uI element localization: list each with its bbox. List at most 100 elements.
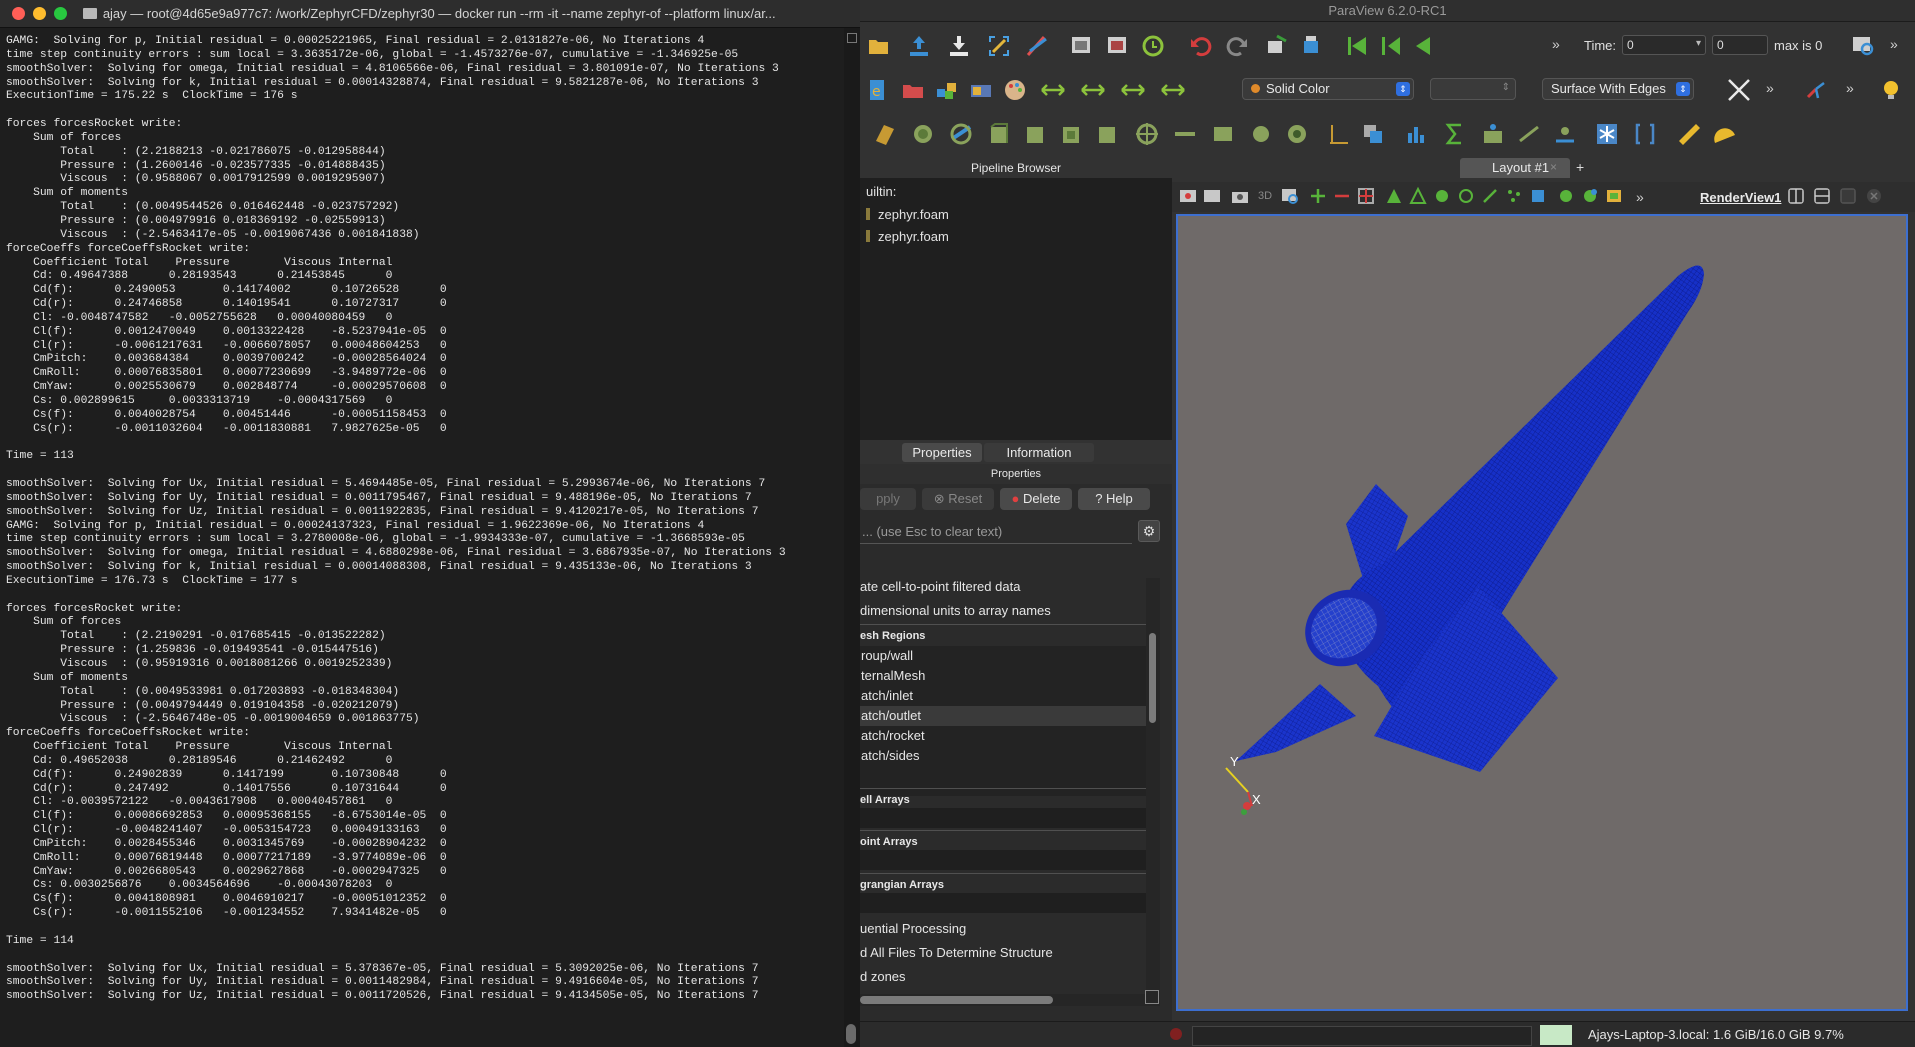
toolbar-overflow-icon[interactable]: » (1766, 80, 1774, 96)
redo-icon[interactable] (1224, 33, 1250, 59)
toolbar-overflow-icon[interactable]: » (1552, 36, 1560, 52)
terminal-output[interactable]: GAMG: Solving for p, Initial residual = … (6, 35, 836, 1047)
terminal-scrollbar[interactable] (844, 28, 860, 1047)
reset-button[interactable]: ⊗ Reset (922, 488, 994, 510)
point-arrays-list[interactable] (860, 850, 1146, 870)
extract-level-icon[interactable] (1248, 121, 1274, 147)
camera-undo-icon[interactable] (1264, 33, 1290, 59)
pipeline-item-source[interactable]: zephyr.foam (866, 229, 949, 244)
visibility-icon[interactable] (866, 208, 870, 220)
grow-selection-icon[interactable] (1528, 186, 1548, 206)
properties-hscrollbar-thumb[interactable] (860, 996, 1053, 1004)
color-palette-icon[interactable] (1002, 77, 1028, 103)
option-sequential-processing[interactable]: uential Processing (860, 921, 966, 936)
view-neg-y-icon[interactable] (1160, 77, 1186, 103)
orientation-axes-icon[interactable] (1178, 186, 1198, 206)
toggle-3d-button[interactable]: 3D (1258, 190, 1272, 202)
select-points-icon[interactable] (1384, 186, 1404, 206)
close-view-icon[interactable] (1866, 188, 1882, 204)
time-combo[interactable]: 0 ▾ (1622, 35, 1706, 55)
zoom-box-icon[interactable] (1280, 186, 1300, 206)
brackets-icon[interactable] (1632, 121, 1658, 147)
tab-properties[interactable]: Properties (902, 443, 982, 462)
interactive-select-icon[interactable] (1456, 186, 1476, 206)
zoom-window-icon[interactable] (53, 7, 67, 20)
terminal-scrollbar-thumb[interactable] (846, 1024, 856, 1044)
representation-combo[interactable]: Surface With Edges ⇕ (1542, 78, 1694, 100)
properties-scrollbar-thumb[interactable] (1149, 633, 1156, 723)
select-points-frustum-icon[interactable] (1408, 186, 1428, 206)
toolbar-overflow-icon[interactable]: » (1890, 36, 1898, 52)
capture-screenshot-icon[interactable] (1202, 186, 1222, 206)
apply-button[interactable]: pply (860, 488, 916, 510)
play-reverse-icon[interactable] (1410, 33, 1436, 59)
disconnect-icon[interactable] (1104, 33, 1130, 59)
option-read-all-files[interactable]: d All Files To Determine Structure (860, 945, 1053, 960)
contour-filter-icon[interactable] (910, 121, 936, 147)
close-window-icon[interactable] (12, 7, 25, 20)
color-palette-folder-icon[interactable] (900, 77, 926, 103)
select-cells-icon[interactable] (1308, 186, 1328, 206)
find-data-icon[interactable] (1850, 33, 1876, 59)
camera-redo-icon[interactable] (1300, 33, 1326, 59)
lagrangian-arrays-list[interactable] (860, 893, 1146, 913)
close-tab-icon[interactable]: × (1550, 160, 1557, 174)
clip-filter-icon[interactable] (948, 121, 974, 147)
tab-information[interactable]: Information (984, 443, 1094, 462)
option-add-dimensional-units[interactable]: dimensional units to array names (860, 603, 1051, 618)
toggle-center-axes-icon[interactable] (1726, 77, 1752, 103)
split-horizontal-icon[interactable] (1788, 188, 1804, 204)
pipeline-browser[interactable]: uiltin: zephyr.foam zephyr.foam (860, 178, 1172, 440)
pick-center-icon[interactable] (1804, 77, 1830, 103)
camera-icon[interactable] (1230, 186, 1250, 206)
shrink-selection-icon[interactable] (1556, 186, 1576, 206)
render-view-label[interactable]: RenderView1 (1700, 190, 1781, 205)
auto-apply-icon[interactable] (1140, 33, 1166, 59)
stream-tracer-icon[interactable] (1134, 121, 1160, 147)
component-combo[interactable]: ⇕ (1430, 78, 1516, 100)
calculator-filter-icon[interactable] (872, 121, 898, 147)
reset-camera-icon[interactable] (986, 33, 1012, 59)
sum-icon[interactable] (1442, 121, 1468, 147)
glyph-filter-icon[interactable] (1094, 121, 1120, 147)
rescale-custom-icon[interactable] (968, 77, 994, 103)
add-layout-icon[interactable]: + (1576, 159, 1584, 175)
mesh-region-item[interactable]: atch/sides (860, 746, 1146, 766)
extract-selection-icon[interactable] (1580, 186, 1600, 206)
histogram-icon[interactable] (1404, 121, 1430, 147)
plot-selection-icon[interactable] (1604, 186, 1624, 206)
select-frustum-icon[interactable] (1356, 186, 1376, 206)
upload-icon[interactable] (906, 33, 932, 59)
group-datasets-icon[interactable] (1210, 121, 1236, 147)
select-blocks-icon[interactable] (1432, 186, 1452, 206)
render-view[interactable]: Y X (1176, 214, 1908, 1011)
mesh-region-item[interactable]: atch/rocket (860, 726, 1146, 746)
first-frame-icon[interactable] (1344, 33, 1370, 59)
plot-over-line-icon[interactable] (1516, 121, 1542, 147)
hover-points-icon[interactable] (1480, 186, 1500, 206)
python-shell-icon[interactable] (1024, 33, 1050, 59)
gear-icon[interactable]: ⚙ (1138, 520, 1160, 542)
snowflake-icon[interactable] (1594, 121, 1620, 147)
option-create-cell-to-point[interactable]: ate cell-to-point filtered data (860, 579, 1020, 594)
rescale-range-icon[interactable] (934, 77, 960, 103)
cell-arrays-list[interactable] (860, 808, 1146, 828)
toolbar-overflow-icon[interactable]: » (1636, 189, 1644, 205)
time-step-spinbox[interactable]: 0 (1712, 35, 1768, 55)
probe-icon[interactable] (1360, 121, 1386, 147)
mesh-region-item[interactable]: atch/outlet (860, 706, 1146, 726)
visibility-icon[interactable] (866, 230, 870, 242)
view-x-icon[interactable] (1040, 77, 1066, 103)
polygon-select-icon[interactable] (1504, 186, 1524, 206)
maximize-view-icon[interactable] (1840, 188, 1856, 204)
download-icon[interactable] (946, 33, 972, 59)
edit-color-map-icon[interactable]: e (866, 77, 892, 103)
python-calculator-icon[interactable] (1480, 121, 1506, 147)
toolbar-overflow-icon[interactable]: » (1846, 80, 1854, 96)
minimize-window-icon[interactable] (32, 7, 46, 20)
pipeline-item-source[interactable]: zephyr.foam (866, 207, 949, 222)
previous-frame-icon[interactable] (1378, 33, 1404, 59)
help-button[interactable]: ? Help (1078, 488, 1150, 510)
warp-vector-icon[interactable] (1172, 121, 1198, 147)
view-y-icon[interactable] (1120, 77, 1146, 103)
